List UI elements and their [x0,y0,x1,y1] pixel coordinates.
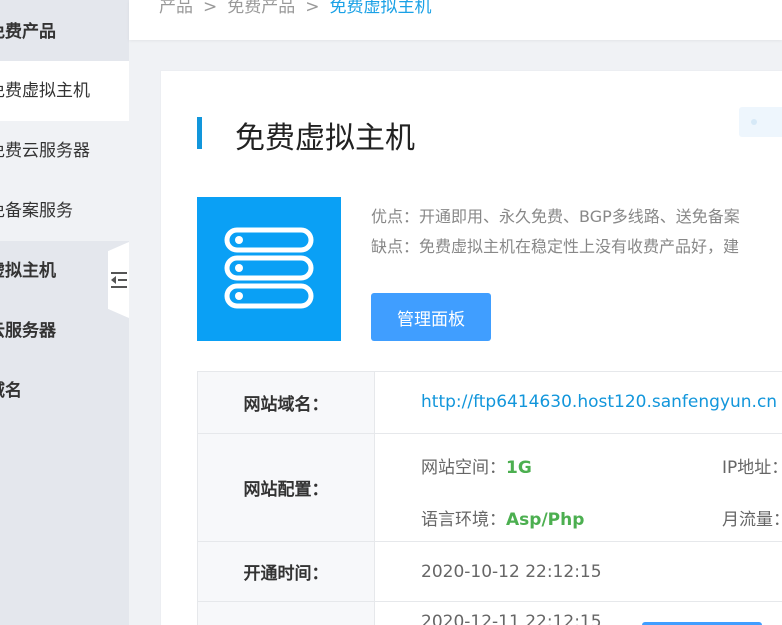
space-label: 网站空间： [421,458,506,478]
lang-label: 语言环境： [421,510,506,530]
pros-text: 优点：开通即用、永久免费、BGP多线路、送免备案 [371,207,740,226]
open-time-label: 开通时间： [198,542,375,601]
space-info: 网站空间：1G [421,453,532,478]
domain-label: 网站域名： [198,372,375,433]
expire-label [198,602,375,625]
expire-time-value: 2020-12-11 22:12:15 [421,612,602,625]
product-card: 免费虚拟主机 优点：开通即用、永久免费、BGP多线路、送免备案 缺点：免费虚拟主… [160,70,782,625]
sidebar-item-cloud-server[interactable]: 云服务器 [0,301,129,361]
cons-text: 缺点：免费虚拟主机在稳定性上没有收费产品好，建 [371,237,740,256]
table-row: 开通时间： 2020-10-12 22:12:15 [198,542,782,602]
breadcrumb: 产品 > 免费产品 > 免费虚拟主机 [159,0,432,17]
sidebar-item-domain[interactable]: 域名 [0,361,129,421]
sidebar-item-label: 免费云服务器 [0,141,90,161]
domain-link[interactable]: http://ftp6414630.host120.sanfengyun.cn [421,392,777,412]
sidebar: 免费产品 免费虚拟主机 免费云服务器 免备案服务 虚拟主机 云服务器 域名 [0,0,129,625]
table-row: 网站配置： 网站空间：1G 语言环境：Asp/Php IP地址： 月流量： [198,434,782,542]
breadcrumb-separator: > [203,0,218,17]
open-time-value: 2020-10-12 22:12:15 [421,562,602,582]
table-row: 网站域名： http://ftp6414630.host120.sanfengy… [198,372,782,434]
table-row: 2020-12-11 22:12:15 [198,602,782,625]
breadcrumb-item-current: 免费虚拟主机 [329,0,432,17]
title-accent-bar [197,117,202,149]
sidebar-item-free-virtual-host[interactable]: 免费虚拟主机 [0,61,129,121]
traffic-label: 月流量： [722,510,782,530]
sidebar-item-label: 免费产品 [0,22,56,42]
space-value: 1G [506,458,532,478]
server-icon [197,197,341,341]
corner-badge [739,107,782,137]
sidebar-item-free-cloud-server[interactable]: 免费云服务器 [0,121,129,181]
sidebar-item-label: 免费虚拟主机 [0,81,90,101]
manage-panel-button[interactable]: 管理面板 [371,293,491,341]
page-title: 免费虚拟主机 [235,121,415,156]
breadcrumb-item-products[interactable]: 产品 [159,0,193,17]
lang-info: 语言环境：Asp/Php [421,505,584,530]
sidebar-item-label: 虚拟主机 [0,261,56,281]
collapse-sidebar-button[interactable] [108,242,129,318]
sidebar-item-label: 免备案服务 [0,201,73,221]
breadcrumb-separator: > [305,0,320,17]
sidebar-item-no-filing-service[interactable]: 免备案服务 [0,181,129,241]
lang-value: Asp/Php [506,510,585,530]
collapse-menu-icon [111,272,127,288]
config-label: 网站配置： [198,434,375,541]
sidebar-item-free-products[interactable]: 免费产品 [0,2,129,62]
sidebar-item-label: 云服务器 [0,321,56,341]
breadcrumb-bar: 产品 > 免费产品 > 免费虚拟主机 [129,0,782,40]
breadcrumb-item-free-products[interactable]: 免费产品 [227,0,295,17]
sidebar-item-label: 域名 [0,381,22,401]
ip-label: IP地址： [722,458,782,478]
info-table: 网站域名： http://ftp6414630.host120.sanfengy… [197,371,782,625]
